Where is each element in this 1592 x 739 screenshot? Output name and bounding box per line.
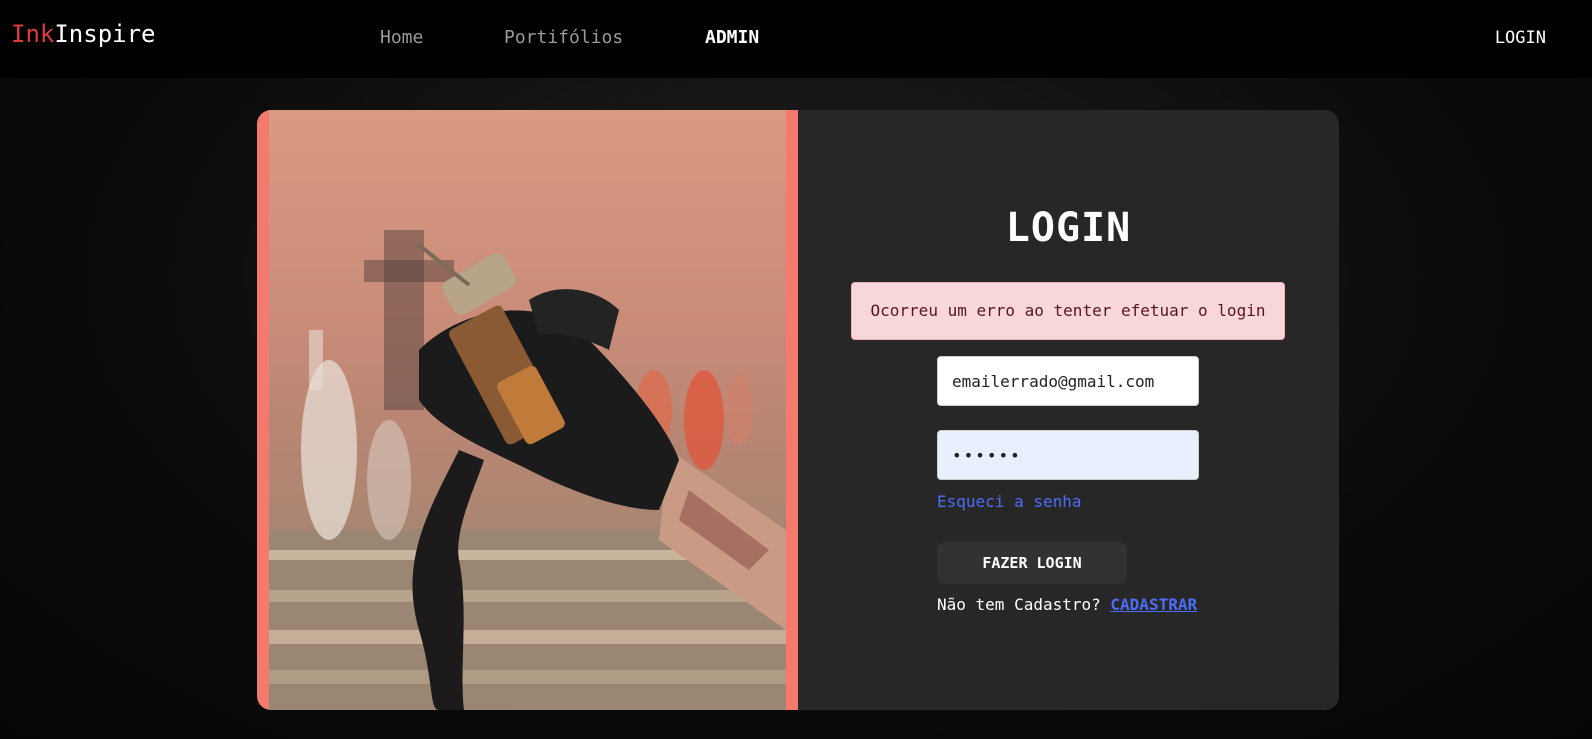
- nav-home[interactable]: Home: [380, 27, 423, 48]
- nav-admin[interactable]: ADMIN: [705, 27, 759, 48]
- brand-logo[interactable]: InkInspire: [11, 20, 156, 48]
- brand-inspire: Inspire: [54, 20, 156, 48]
- tattoo-photo-illustration: [269, 230, 786, 710]
- brand-ink: Ink: [11, 20, 55, 48]
- password-input[interactable]: [937, 430, 1199, 480]
- signup-link[interactable]: CADASTRAR: [1110, 595, 1197, 614]
- nav-login[interactable]: LOGIN: [1495, 28, 1546, 48]
- error-alert: Ocorreu um erro ao tenter efetuar o logi…: [851, 282, 1285, 340]
- login-title: LOGIN: [1005, 205, 1132, 251]
- login-form-panel: LOGIN Ocorreu um erro ao tenter efetuar …: [798, 110, 1339, 710]
- email-input[interactable]: [937, 356, 1199, 406]
- nav-portfolios[interactable]: Portifólios: [504, 27, 623, 48]
- signup-prompt: Não tem Cadastro? CADASTRAR: [937, 595, 1197, 614]
- navbar: InkInspire Home Portifólios ADMIN LOGIN: [0, 0, 1592, 78]
- photo-panel: [257, 110, 798, 710]
- forgot-password-link[interactable]: Esqueci a senha: [937, 492, 1082, 511]
- tattoo-artist-photo: [269, 110, 786, 710]
- login-submit-button[interactable]: FAZER LOGIN: [937, 542, 1127, 584]
- signup-prompt-text: Não tem Cadastro?: [937, 595, 1101, 614]
- login-card: LOGIN Ocorreu um erro ao tenter efetuar …: [257, 110, 1339, 710]
